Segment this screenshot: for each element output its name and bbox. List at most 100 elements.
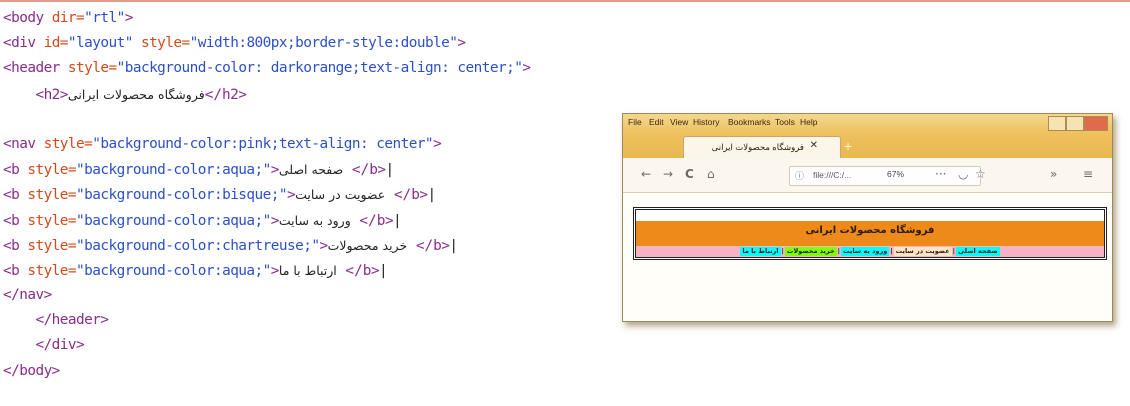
code-token: "background-color:aqua;" (76, 162, 271, 179)
code-token: <b (3, 262, 28, 279)
code-line: <h2>فروشگاه محصولات ایرانی</h2> (3, 82, 530, 107)
bookmark-star-icon[interactable]: ☆ (975, 167, 986, 181)
code-token: style= (43, 135, 93, 152)
page-actions-icon[interactable]: ··· (935, 167, 946, 181)
page-nav-item[interactable]: صفحه اصلی (956, 247, 1000, 256)
code-token: > (124, 10, 134, 26)
code-line: <b style="background-color:aqua;">ارتباط… (3, 258, 530, 283)
code-token: <b (3, 212, 28, 229)
menu-help[interactable]: Help (800, 117, 817, 127)
page-nav-item[interactable]: ارتباط با ما (740, 247, 781, 256)
code-token: </b> (407, 237, 450, 254)
code-token: </body> (3, 362, 60, 379)
info-icon[interactable]: ⓘ (795, 169, 804, 182)
code-token: </b> (336, 262, 379, 279)
code-line: <b style="background-color:bisque;">عضوی… (3, 182, 530, 207)
hamburger-menu-icon[interactable]: ≡ (1083, 167, 1093, 181)
minimize-button[interactable] (1048, 116, 1066, 131)
menu-file[interactable]: File (628, 117, 642, 127)
code-persian-text: فروشگاه محصولات ایرانی (67, 86, 205, 102)
code-token: <b (3, 162, 28, 179)
forward-icon[interactable]: → (663, 167, 673, 181)
pocket-icon[interactable]: ◡ (958, 167, 968, 181)
code-token: </b> (343, 162, 386, 179)
code-persian-text: صفحه اصلی (278, 162, 344, 178)
code-token: </h2> (204, 86, 247, 103)
code-persian-text: خرید محصولات (327, 237, 408, 253)
code-token: style= (140, 35, 190, 52)
page-nav-item[interactable]: عضویت در سایت (893, 247, 952, 256)
code-token: > (319, 237, 328, 254)
code-token: "background-color:aqua;" (76, 212, 271, 229)
layout-div: فروشگاه محصولات ایرانی صفحه اصلی|عضویت د… (633, 207, 1107, 260)
code-token: | (449, 237, 458, 254)
code-editor: <body dir="rtl"> <div id="layout" style="… (3, 6, 531, 384)
code-token: > (287, 187, 296, 204)
menu-tools[interactable]: Tools (775, 117, 795, 127)
code-token: <h2> (3, 86, 68, 103)
code-token: "background-color: darkorange;text-align… (116, 60, 523, 77)
code-token: > (457, 35, 466, 52)
code-token: | (427, 187, 436, 204)
code-line: </nav> (3, 283, 530, 308)
address-bar[interactable]: ⓘ file:///C:/... (789, 166, 981, 186)
code-token: <nav (3, 135, 44, 152)
back-icon[interactable]: ← (641, 167, 651, 181)
menu-edit[interactable]: Edit (649, 117, 664, 127)
code-persian-text: عضویت در سایت (295, 187, 386, 203)
code-token: </div> (3, 337, 85, 354)
code-token: style= (27, 162, 77, 179)
page-nav-item[interactable]: خرید محصولات (784, 247, 837, 256)
code-token: | (379, 262, 388, 279)
code-token: "background-color:bisque;" (76, 187, 288, 204)
code-token: | (385, 162, 394, 179)
maximize-button[interactable] (1066, 116, 1084, 131)
code-token: "background-color:pink;text-align: cente… (92, 135, 434, 152)
code-token: > (522, 60, 531, 77)
new-tab-icon[interactable]: + (844, 138, 852, 154)
code-token: "background-color:chartreuse;" (76, 237, 320, 254)
code-token: id= (43, 35, 69, 52)
code-line: </div> (3, 333, 530, 358)
code-line: </body> (3, 359, 530, 384)
tab-title: فروشگاه محصولات ایرانی (711, 142, 804, 152)
reload-icon[interactable]: C (685, 167, 694, 181)
page-header: فروشگاه محصولات ایرانی (636, 221, 1104, 246)
menu-history[interactable]: History (693, 117, 719, 127)
code-token: "rtl" (84, 10, 125, 26)
tab-active[interactable]: فروشگاه محصولات ایرانی ✕ (683, 136, 841, 159)
code-token: <b (3, 237, 28, 254)
page-viewport: فروشگاه محصولات ایرانی صفحه اصلی|عضویت د… (623, 193, 1112, 321)
overflow-icon[interactable]: » (1050, 167, 1057, 181)
page-nav-item[interactable]: ورود به سایت (841, 247, 890, 256)
code-line: <b style="background-color:aqua;">صفحه ا… (3, 157, 530, 182)
menu-view[interactable]: View (670, 117, 688, 127)
code-token: dir= (51, 10, 85, 26)
code-line: </header> (3, 308, 530, 333)
zoom-level[interactable]: 67% (887, 169, 904, 179)
close-window-button[interactable] (1084, 116, 1108, 131)
code-line: <body dir="rtl"> (3, 6, 530, 31)
navigation-toolbar: ← → C ⌂ ⓘ file:///C:/... 67% ··· ◡ ☆ » ≡ (623, 158, 1112, 193)
code-line: <div id="layout" style="width:800px;bord… (3, 31, 530, 56)
url-text: file:///C:/... (813, 170, 852, 180)
tab-close-icon[interactable]: ✕ (810, 140, 818, 151)
code-token: style= (27, 187, 77, 204)
code-token: </b> (350, 212, 393, 229)
code-token: style= (27, 212, 77, 229)
menu-bar: File Edit View History Bookmarks Tools H… (623, 114, 1112, 132)
code-token: <b (3, 187, 28, 204)
code-token: <div (3, 35, 44, 52)
code-token: "background-color:aqua;" (76, 262, 271, 279)
menu-bookmarks[interactable]: Bookmarks (728, 117, 771, 127)
code-line: <b style="background-color:aqua;">ورود ب… (3, 208, 530, 233)
code-token: </b> (385, 187, 428, 204)
code-token: </header> (3, 312, 109, 329)
code-token: "layout" (67, 35, 141, 52)
code-token: > (270, 212, 280, 229)
code-line: <b style="background-color:chartreuse;">… (3, 233, 530, 258)
page-heading: فروشگاه محصولات ایرانی (805, 225, 935, 236)
tab-bar: فروشگاه محصولات ایرانی ✕ + (623, 132, 1112, 159)
home-icon[interactable]: ⌂ (707, 167, 715, 181)
